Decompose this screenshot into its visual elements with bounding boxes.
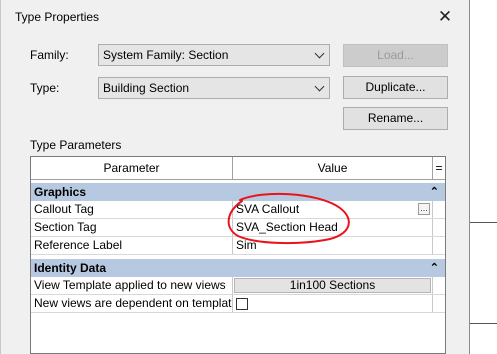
family-label: Family: xyxy=(30,48,69,62)
group-header-identity-data[interactable]: Identity Data ⌃ xyxy=(31,259,445,277)
parameter-name: View Template applied to new views xyxy=(31,277,233,294)
family-dropdown-value: System Family: Section xyxy=(103,48,229,62)
view-template-button[interactable]: 1in100 Sections xyxy=(234,278,431,293)
type-dropdown-value: Building Section xyxy=(103,81,190,95)
load-button[interactable]: Load... xyxy=(343,44,448,67)
table-row[interactable]: Reference Label Sim xyxy=(31,237,445,255)
group-header-graphics[interactable]: Graphics ⌃ xyxy=(31,183,445,201)
parameter-value[interactable]: SVA Callout … xyxy=(233,201,433,218)
parameter-value[interactable]: 1in100 Sections xyxy=(233,277,433,294)
background-line xyxy=(470,222,497,223)
type-label: Type: xyxy=(30,81,60,95)
collapse-icon[interactable]: ⌃ xyxy=(430,183,439,201)
column-header-marker[interactable]: = xyxy=(433,157,445,180)
parameter-name: Reference Label xyxy=(31,237,233,254)
table-row[interactable]: Callout Tag SVA Callout … xyxy=(31,201,445,219)
collapse-icon[interactable]: ⌃ xyxy=(430,259,439,277)
parameters-grid: Parameter Value = Graphics ⌃ Callout Tag… xyxy=(30,156,446,354)
parameter-value-text: SVA Callout xyxy=(236,202,300,216)
dialog-title: Type Properties xyxy=(15,10,100,24)
background-line xyxy=(470,323,497,324)
parameter-value[interactable]: SVA_Section Head xyxy=(233,219,433,236)
column-header-value[interactable]: Value xyxy=(233,157,433,180)
duplicate-button[interactable]: Duplicate... xyxy=(343,76,448,99)
dependent-views-checkbox[interactable] xyxy=(236,298,248,310)
table-row[interactable]: New views are dependent on templat xyxy=(31,295,445,313)
parameter-value[interactable]: Sim xyxy=(233,237,433,254)
parameter-name: New views are dependent on templat xyxy=(31,295,233,312)
parameter-value[interactable] xyxy=(233,295,433,312)
chevron-down-icon xyxy=(314,81,325,92)
type-dropdown[interactable]: Building Section xyxy=(98,77,330,99)
ellipsis-icon[interactable]: … xyxy=(418,203,430,215)
column-header-parameter[interactable]: Parameter xyxy=(31,157,233,180)
parameter-name: Section Tag xyxy=(31,219,233,236)
family-dropdown[interactable]: System Family: Section xyxy=(98,44,330,66)
close-icon[interactable]: ✕ xyxy=(433,6,457,28)
chevron-down-icon xyxy=(314,48,325,59)
table-row[interactable]: View Template applied to new views 1in10… xyxy=(31,277,445,295)
rename-button[interactable]: Rename... xyxy=(343,107,448,130)
parameter-name: Callout Tag xyxy=(31,201,233,218)
type-parameters-heading: Type Parameters xyxy=(30,138,122,152)
type-properties-dialog: Type Properties ✕ Family: System Family:… xyxy=(0,0,470,354)
table-row[interactable]: Section Tag SVA_Section Head xyxy=(31,219,445,237)
group-label: Graphics xyxy=(34,185,87,199)
group-label: Identity Data xyxy=(34,261,107,275)
